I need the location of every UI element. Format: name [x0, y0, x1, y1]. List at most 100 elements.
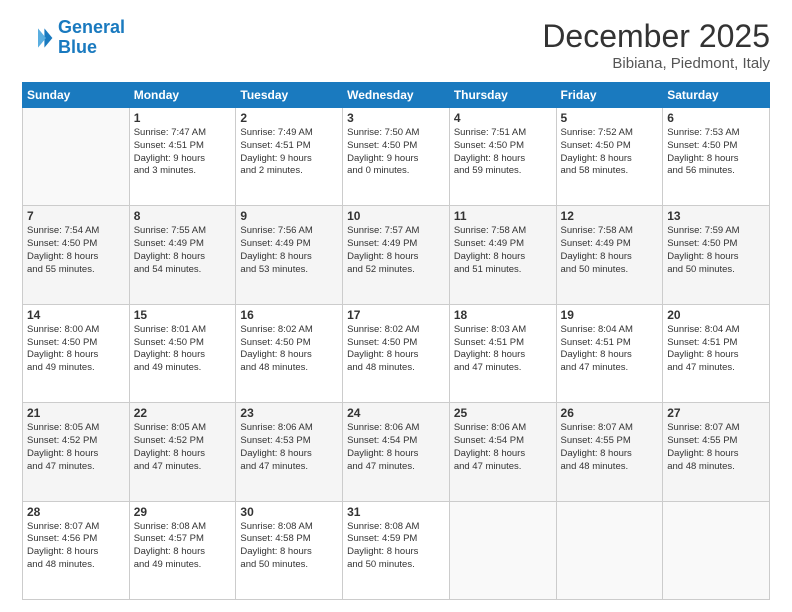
day-info: Sunrise: 8:05 AM Sunset: 4:52 PM Dayligh…	[27, 422, 125, 473]
calendar-cell: 22 Sunrise: 8:05 AM Sunset: 4:52 PM Dayli…	[129, 403, 236, 501]
day-number: 22	[134, 406, 232, 420]
calendar-week-row: 1 Sunrise: 7:47 AM Sunset: 4:51 PM Daylig…	[23, 108, 770, 206]
calendar-cell: 25 Sunrise: 8:06 AM Sunset: 4:54 PM Dayli…	[449, 403, 556, 501]
calendar-cell: 8 Sunrise: 7:55 AM Sunset: 4:49 PM Daylig…	[129, 206, 236, 304]
day-number: 1	[134, 111, 232, 125]
calendar-cell: 7Sunrise: 7:54 AM Sunset: 4:50 PM Daylig…	[23, 206, 130, 304]
page: General Blue December 2025 Bibiana, Pied…	[0, 0, 792, 612]
day-info: Sunrise: 8:06 AM Sunset: 4:53 PM Dayligh…	[240, 422, 338, 473]
calendar-cell: 21 Sunrise: 8:05 AM Sunset: 4:52 PM Dayli…	[23, 403, 130, 501]
day-info: Sunrise: 7:55 AM Sunset: 4:49 PM Dayligh…	[134, 225, 232, 276]
day-number: 25	[454, 406, 552, 420]
calendar-cell: 26Sunrise: 8:07 AM Sunset: 4:55 PM Dayli…	[556, 403, 663, 501]
calendar-week-row: 28Sunrise: 8:07 AM Sunset: 4:56 PM Dayli…	[23, 501, 770, 599]
day-info: Sunrise: 7:58 AM Sunset: 4:49 PM Dayligh…	[454, 225, 552, 276]
day-number: 20	[667, 308, 765, 322]
calendar-week-row: 7Sunrise: 7:54 AM Sunset: 4:50 PM Daylig…	[23, 206, 770, 304]
header: General Blue December 2025 Bibiana, Pied…	[22, 18, 770, 72]
day-number: 31	[347, 505, 445, 519]
day-number: 16	[240, 308, 338, 322]
calendar-cell: 19 Sunrise: 8:04 AM Sunset: 4:51 PM Dayli…	[556, 304, 663, 402]
calendar-cell: 12 Sunrise: 7:58 AM Sunset: 4:49 PM Dayli…	[556, 206, 663, 304]
day-number: 11	[454, 209, 552, 223]
calendar-cell	[556, 501, 663, 599]
weekday-header: Saturday	[663, 83, 770, 108]
title-block: December 2025 Bibiana, Piedmont, Italy	[542, 18, 770, 72]
calendar-header-row: SundayMondayTuesdayWednesdayThursdayFrid…	[23, 83, 770, 108]
calendar-cell: 9 Sunrise: 7:56 AM Sunset: 4:49 PM Daylig…	[236, 206, 343, 304]
logo-line1: General	[58, 17, 125, 37]
day-number: 8	[134, 209, 232, 223]
day-info: Sunrise: 7:53 AM Sunset: 4:50 PM Dayligh…	[667, 127, 765, 178]
day-info: Sunrise: 8:04 AM Sunset: 4:51 PM Dayligh…	[561, 324, 659, 375]
day-number: 12	[561, 209, 659, 223]
day-number: 19	[561, 308, 659, 322]
day-info: Sunrise: 8:08 AM Sunset: 4:57 PM Dayligh…	[134, 521, 232, 572]
day-number: 2	[240, 111, 338, 125]
logo-line2: Blue	[58, 37, 97, 57]
calendar-week-row: 21 Sunrise: 8:05 AM Sunset: 4:52 PM Dayli…	[23, 403, 770, 501]
calendar-cell: 31 Sunrise: 8:08 AM Sunset: 4:59 PM Dayli…	[343, 501, 450, 599]
day-info: Sunrise: 8:08 AM Sunset: 4:58 PM Dayligh…	[240, 521, 338, 572]
calendar-cell: 3 Sunrise: 7:50 AM Sunset: 4:50 PM Daylig…	[343, 108, 450, 206]
day-number: 27	[667, 406, 765, 420]
weekday-header: Thursday	[449, 83, 556, 108]
day-number: 23	[240, 406, 338, 420]
day-info: Sunrise: 7:59 AM Sunset: 4:50 PM Dayligh…	[667, 225, 765, 276]
day-info: Sunrise: 7:50 AM Sunset: 4:50 PM Dayligh…	[347, 127, 445, 178]
day-number: 4	[454, 111, 552, 125]
day-info: Sunrise: 8:02 AM Sunset: 4:50 PM Dayligh…	[240, 324, 338, 375]
weekday-header: Tuesday	[236, 83, 343, 108]
day-info: Sunrise: 8:06 AM Sunset: 4:54 PM Dayligh…	[454, 422, 552, 473]
day-info: Sunrise: 8:04 AM Sunset: 4:51 PM Dayligh…	[667, 324, 765, 375]
day-number: 15	[134, 308, 232, 322]
day-number: 13	[667, 209, 765, 223]
logo-icon	[22, 22, 54, 54]
calendar-cell: 30Sunrise: 8:08 AM Sunset: 4:58 PM Dayli…	[236, 501, 343, 599]
location: Bibiana, Piedmont, Italy	[542, 55, 770, 72]
day-info: Sunrise: 8:00 AM Sunset: 4:50 PM Dayligh…	[27, 324, 125, 375]
calendar-cell: 29 Sunrise: 8:08 AM Sunset: 4:57 PM Dayli…	[129, 501, 236, 599]
month-title: December 2025	[542, 18, 770, 55]
calendar-cell: 28Sunrise: 8:07 AM Sunset: 4:56 PM Dayli…	[23, 501, 130, 599]
day-info: Sunrise: 8:03 AM Sunset: 4:51 PM Dayligh…	[454, 324, 552, 375]
day-info: Sunrise: 7:58 AM Sunset: 4:49 PM Dayligh…	[561, 225, 659, 276]
calendar-table: SundayMondayTuesdayWednesdayThursdayFrid…	[22, 82, 770, 600]
calendar-cell: 23 Sunrise: 8:06 AM Sunset: 4:53 PM Dayli…	[236, 403, 343, 501]
day-info: Sunrise: 7:54 AM Sunset: 4:50 PM Dayligh…	[27, 225, 125, 276]
day-number: 17	[347, 308, 445, 322]
day-info: Sunrise: 8:02 AM Sunset: 4:50 PM Dayligh…	[347, 324, 445, 375]
day-info: Sunrise: 8:08 AM Sunset: 4:59 PM Dayligh…	[347, 521, 445, 572]
calendar-week-row: 14 Sunrise: 8:00 AM Sunset: 4:50 PM Dayli…	[23, 304, 770, 402]
calendar-cell: 1 Sunrise: 7:47 AM Sunset: 4:51 PM Daylig…	[129, 108, 236, 206]
calendar-cell: 20 Sunrise: 8:04 AM Sunset: 4:51 PM Dayli…	[663, 304, 770, 402]
day-info: Sunrise: 7:56 AM Sunset: 4:49 PM Dayligh…	[240, 225, 338, 276]
day-number: 9	[240, 209, 338, 223]
calendar-cell: 18Sunrise: 8:03 AM Sunset: 4:51 PM Dayli…	[449, 304, 556, 402]
weekday-header: Friday	[556, 83, 663, 108]
day-info: Sunrise: 8:06 AM Sunset: 4:54 PM Dayligh…	[347, 422, 445, 473]
calendar-cell: 11 Sunrise: 7:58 AM Sunset: 4:49 PM Dayli…	[449, 206, 556, 304]
calendar-cell: 13 Sunrise: 7:59 AM Sunset: 4:50 PM Dayli…	[663, 206, 770, 304]
weekday-header: Wednesday	[343, 83, 450, 108]
day-info: Sunrise: 8:07 AM Sunset: 4:55 PM Dayligh…	[667, 422, 765, 473]
day-info: Sunrise: 7:52 AM Sunset: 4:50 PM Dayligh…	[561, 127, 659, 178]
calendar-cell: 15Sunrise: 8:01 AM Sunset: 4:50 PM Dayli…	[129, 304, 236, 402]
calendar-cell: 4Sunrise: 7:51 AM Sunset: 4:50 PM Daylig…	[449, 108, 556, 206]
day-info: Sunrise: 8:05 AM Sunset: 4:52 PM Dayligh…	[134, 422, 232, 473]
day-number: 3	[347, 111, 445, 125]
calendar-cell: 2Sunrise: 7:49 AM Sunset: 4:51 PM Daylig…	[236, 108, 343, 206]
day-info: Sunrise: 7:47 AM Sunset: 4:51 PM Dayligh…	[134, 127, 232, 178]
logo-text: General Blue	[58, 18, 125, 58]
day-number: 21	[27, 406, 125, 420]
day-number: 29	[134, 505, 232, 519]
day-number: 14	[27, 308, 125, 322]
weekday-header: Sunday	[23, 83, 130, 108]
day-number: 10	[347, 209, 445, 223]
day-number: 24	[347, 406, 445, 420]
calendar-cell	[23, 108, 130, 206]
calendar-cell: 24 Sunrise: 8:06 AM Sunset: 4:54 PM Dayli…	[343, 403, 450, 501]
day-number: 5	[561, 111, 659, 125]
day-info: Sunrise: 8:07 AM Sunset: 4:55 PM Dayligh…	[561, 422, 659, 473]
weekday-header: Monday	[129, 83, 236, 108]
